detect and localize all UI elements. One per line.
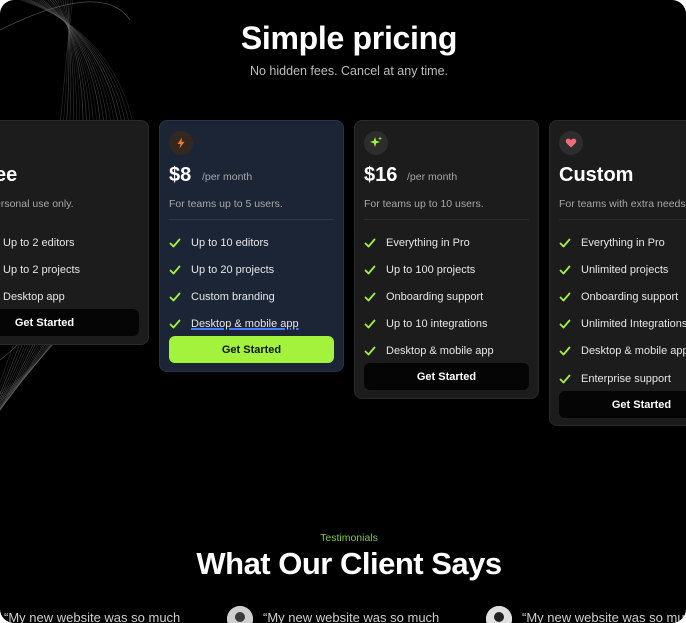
plan-period: /per month (407, 171, 458, 183)
feature-item: Up to 100 projects (364, 256, 494, 283)
page-subtitle: No hidden fees. Cancel at any time. (249, 64, 449, 78)
feature-item: Up to 2 editors (3, 236, 75, 249)
plan-price: $8 (169, 164, 192, 186)
feature-item: Unlimited Integrations (559, 311, 686, 338)
divider (169, 219, 334, 220)
plan-features: Up to 2 editors Up to 2 projects Desktop… (0, 229, 80, 311)
check-icon (559, 319, 571, 329)
testimonials-eyebrow: Testimonials (320, 532, 378, 544)
plan-features: Everything in Pro Unlimited projects Onb… (559, 229, 686, 392)
plan-icon (559, 131, 583, 155)
divider (364, 219, 529, 220)
feature-item: Desktop & mobile app (559, 338, 686, 365)
plan-features: Everything in Pro Up to 100 projects Onb… (364, 229, 494, 365)
feature-item: Up to 2 projects (3, 263, 81, 276)
check-icon (559, 292, 571, 302)
person-icon (227, 606, 253, 623)
get-started-button[interactable]: Get Started (169, 336, 334, 363)
divider (559, 219, 686, 220)
feature-item: Onboarding support (364, 283, 494, 310)
page-title: Simple pricing (240, 20, 458, 56)
check-icon (559, 374, 571, 383)
testimonial-quote: “My new website was so much (522, 610, 686, 623)
heart-icon (565, 138, 577, 148)
feature-item: Up to 20 projects (169, 256, 299, 283)
plan-price: $16 (364, 164, 398, 186)
feature-item: Enterprise support (559, 365, 686, 392)
plan-card-custom: Custom For teams with extra needs. Every… (549, 120, 686, 426)
plan-period: /per month (202, 171, 253, 183)
feature-item: Desktop & mobile app (169, 311, 299, 338)
sparkle-icon (370, 136, 382, 147)
check-icon (169, 319, 181, 329)
check-icon (169, 292, 181, 302)
feature-item: Up to 10 editors (169, 229, 299, 256)
feature-item: Up to 10 integrations (364, 311, 494, 338)
plan-price: ee (0, 164, 18, 186)
check-icon (559, 265, 571, 275)
plan-card-team: $16 /per month For teams up to 10 users.… (354, 120, 539, 399)
testimonial-quote: “My new website was so much (4, 610, 181, 623)
check-icon (364, 346, 376, 356)
feature-item: Desktop app (3, 290, 65, 303)
avatar (486, 606, 512, 623)
check-icon (364, 319, 376, 329)
check-icon (559, 238, 571, 247)
feature-item: Custom branding (169, 283, 299, 310)
feature-item: Onboarding support (559, 283, 686, 310)
check-icon (169, 238, 181, 247)
feature-item: Unlimited projects (559, 256, 686, 283)
bolt-icon (177, 137, 185, 149)
get-started-button[interactable]: Get Started (364, 363, 529, 390)
feature-item: Everything in Pro (364, 229, 494, 256)
plan-description: For teams up to 10 users. (364, 198, 484, 210)
get-started-button[interactable]: Get Started (559, 391, 686, 418)
check-icon (364, 292, 376, 302)
check-icon (364, 265, 376, 275)
check-icon (169, 265, 181, 275)
testimonial-quote: “My new website was so much (263, 610, 440, 623)
avatar (227, 606, 253, 623)
check-icon (559, 346, 571, 356)
plan-description: ersonal use only. (0, 198, 74, 210)
person-icon (486, 606, 512, 623)
plan-price: Custom (559, 164, 634, 186)
plan-card-pro: $8 /per month For teams up to 5 users. U… (159, 120, 344, 372)
plan-icon (364, 131, 388, 155)
feature-item: Desktop & mobile app (364, 338, 494, 365)
plan-icon (169, 131, 193, 155)
plan-features: Up to 10 editors Up to 20 projects Custo… (169, 229, 299, 338)
plan-description: For teams up to 5 users. (169, 198, 283, 210)
feature-item: Everything in Pro (559, 229, 686, 256)
testimonials-heading: What Our Client Says (196, 546, 502, 581)
plan-card-free: ee ersonal use only. Up to 2 editors Up … (0, 120, 149, 345)
check-icon (364, 238, 376, 247)
pricing-page: Simple pricing No hidden fees. Cancel at… (0, 0, 686, 623)
plan-description: For teams with extra needs. (559, 198, 686, 210)
get-started-button[interactable]: Get Started (0, 309, 139, 336)
